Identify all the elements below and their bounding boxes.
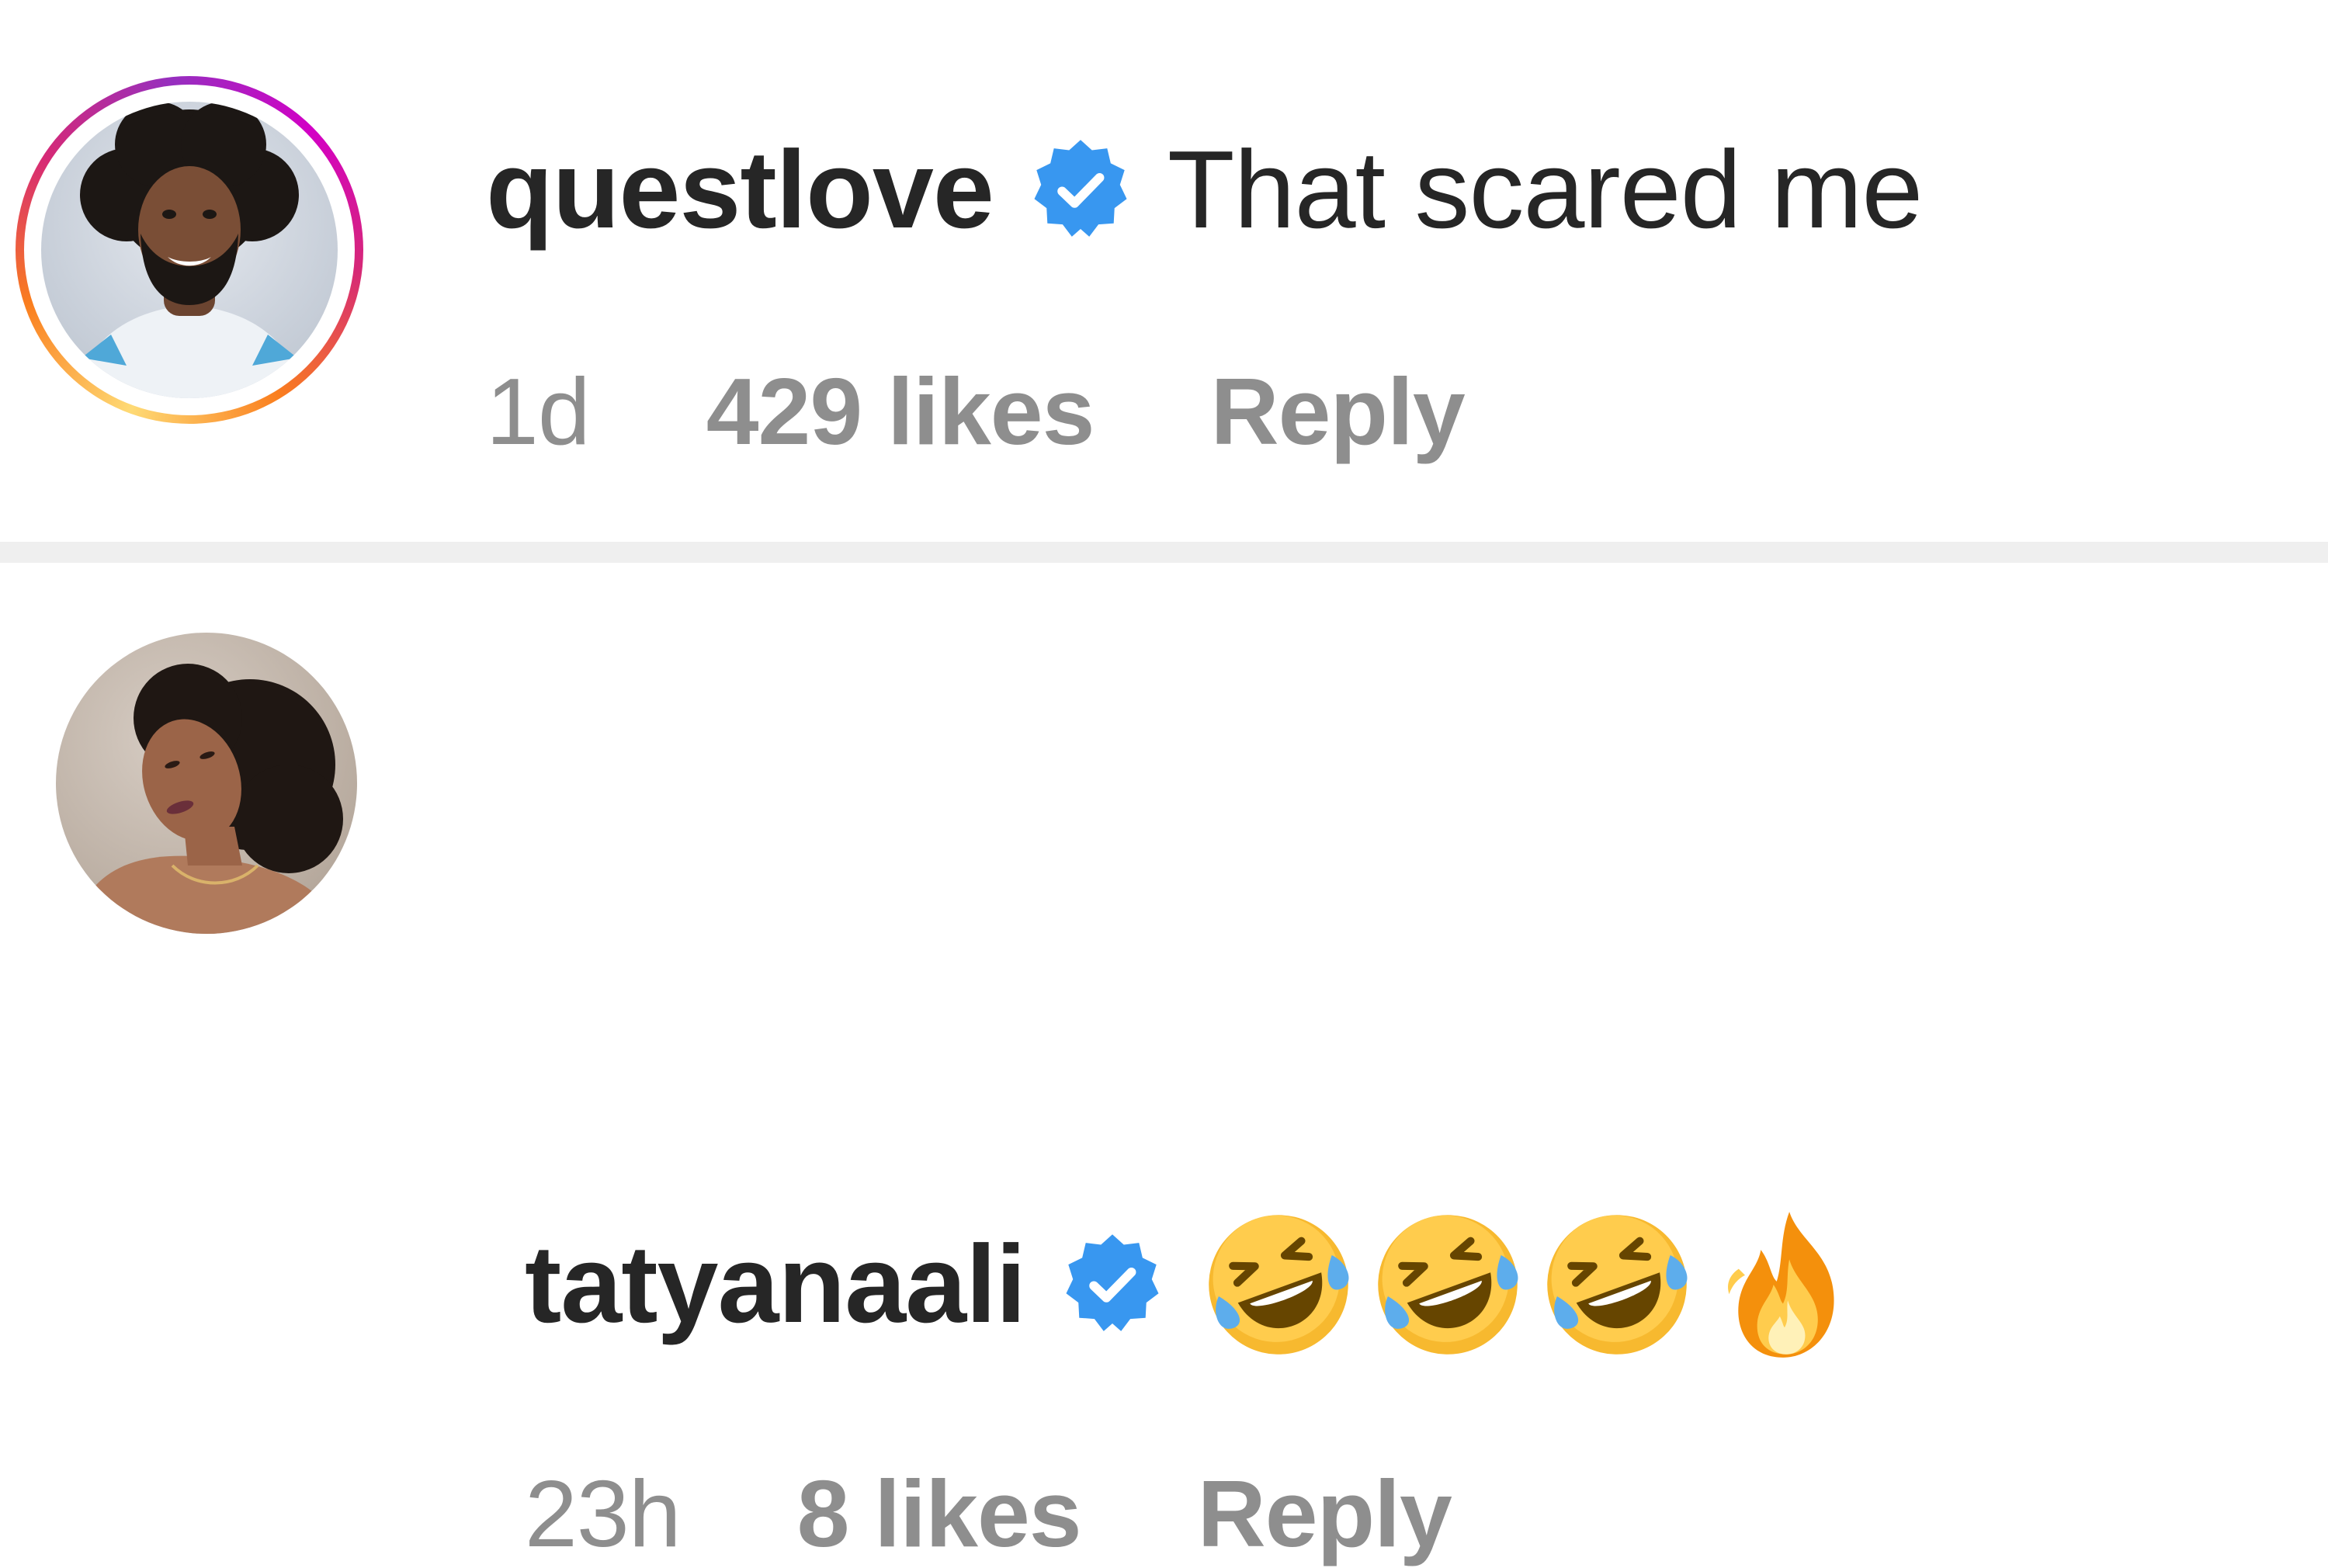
reply-button[interactable]: Reply — [1198, 1459, 1452, 1568]
verified-badge-icon — [1026, 136, 1135, 245]
avatar[interactable] — [41, 102, 338, 398]
comment-text: That scared me — [1167, 128, 1924, 252]
rofl-emoji-icon — [1209, 1215, 1349, 1355]
comment-item: questlove That scared me 1d 429 likes Re… — [0, 0, 2328, 542]
likes-count[interactable]: 8 likes — [797, 1459, 1082, 1568]
rofl-emoji-icon — [1378, 1215, 1518, 1355]
rofl-emoji-icon — [1547, 1215, 1688, 1355]
verified-badge-icon — [1058, 1230, 1167, 1339]
likes-count[interactable]: 429 likes — [706, 357, 1095, 466]
avatar[interactable] — [56, 633, 357, 934]
reply-button[interactable]: Reply — [1211, 357, 1466, 466]
comment-meta: 1d 429 likes Reply — [486, 357, 1466, 466]
comment-divider — [0, 542, 2328, 563]
comment-timestamp[interactable]: 23h — [525, 1459, 682, 1568]
avatar-image — [71, 664, 343, 934]
comment-item: tatyanaali 23h 8 likes Reply — [0, 563, 2328, 1566]
comment-line: tatyanaali — [525, 1212, 1865, 1358]
comment-meta: 23h 8 likes Reply — [525, 1459, 1452, 1568]
username-link[interactable]: questlove — [486, 127, 994, 254]
fire-emoji-icon — [1728, 1212, 1834, 1358]
avatar-image — [72, 102, 307, 398]
comment-text — [1199, 1205, 1865, 1364]
story-ring[interactable] — [16, 76, 363, 424]
comment-line: questlove That scared me — [486, 124, 1924, 256]
username-link[interactable]: tatyanaali — [525, 1221, 1026, 1348]
comment-timestamp[interactable]: 1d — [486, 357, 591, 466]
